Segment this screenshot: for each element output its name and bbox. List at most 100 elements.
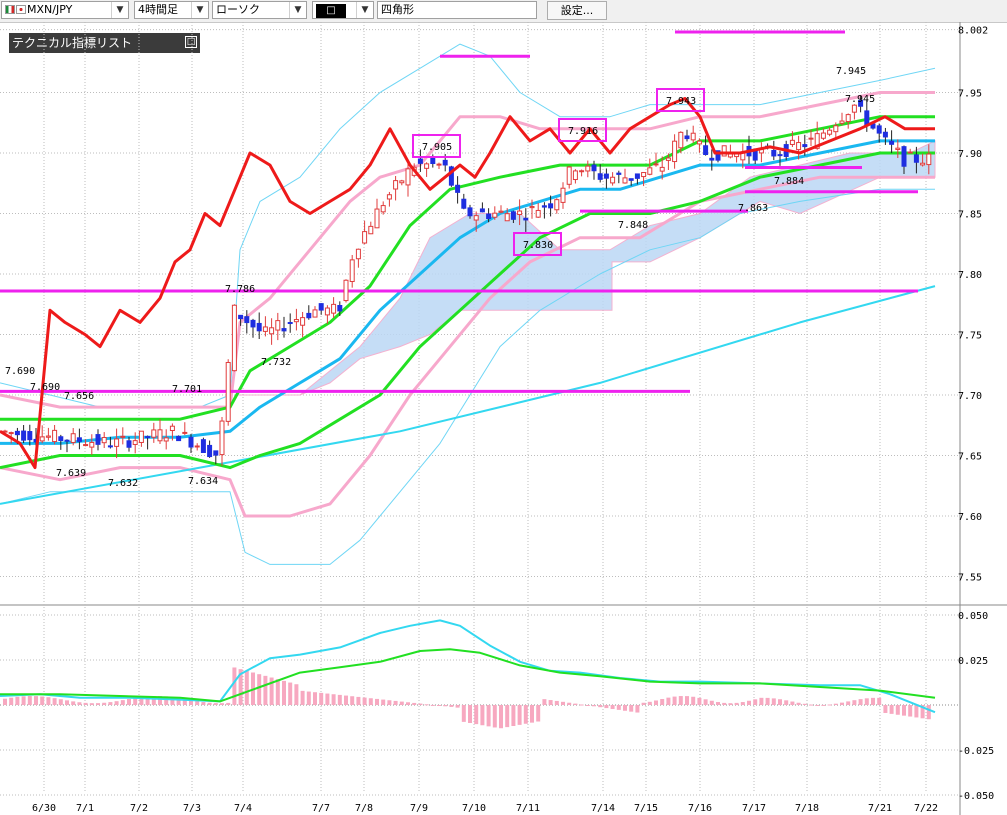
- annotation-label: 7.656: [64, 391, 94, 402]
- candle-up: [374, 208, 380, 229]
- candle-down: [541, 205, 547, 208]
- macd-histogram-bar: [778, 699, 782, 705]
- x-tick-label: 7/17: [742, 803, 766, 814]
- candle-down: [76, 437, 82, 442]
- macd-histogram-bar: [871, 697, 875, 705]
- candle-down: [281, 328, 287, 332]
- candle-down: [455, 184, 461, 193]
- candle-up: [312, 309, 318, 318]
- macd-histogram-bar: [443, 705, 448, 707]
- candle-up: [424, 163, 430, 169]
- candle-down: [256, 322, 262, 332]
- price-tick-label: 7.95: [958, 89, 982, 100]
- macd-histogram-bar: [393, 700, 398, 705]
- mexico-flag-icon: [5, 5, 15, 14]
- macd-histogram-bar: [52, 698, 57, 705]
- chevron-down-icon: ▼: [356, 2, 373, 18]
- candle-down: [14, 430, 20, 436]
- annotation-label: 7.632: [108, 478, 138, 489]
- macd-histogram-bar: [771, 698, 776, 705]
- macd-histogram-bar: [399, 701, 404, 705]
- trend-line: [0, 285, 936, 505]
- annotation-label: 7.732: [261, 357, 291, 368]
- macd-histogram-bar: [468, 705, 472, 723]
- macd-histogram-bar: [678, 696, 683, 705]
- macd-histogram-bar: [437, 705, 441, 706]
- drawing-tool-field[interactable]: 四角形: [377, 1, 537, 19]
- macd-histogram-bar: [15, 696, 20, 705]
- chart-style-select[interactable]: ローソク ▼: [212, 1, 307, 19]
- candle-up: [827, 129, 833, 135]
- candle-down: [430, 157, 436, 165]
- candle-down: [461, 198, 467, 209]
- candle-up: [163, 437, 169, 442]
- currency-pair-select[interactable]: MXN/JPY ▼: [1, 1, 129, 19]
- candle-up: [572, 170, 578, 181]
- macd-histogram-bar: [616, 705, 621, 710]
- candle-up: [83, 444, 89, 447]
- macd-histogram-bar: [263, 675, 268, 705]
- candle-down: [27, 431, 33, 441]
- candle-down: [479, 208, 485, 213]
- candle-up: [659, 166, 665, 172]
- candle-up: [293, 319, 299, 323]
- macd-histogram-bar: [567, 702, 572, 705]
- chevron-down-icon: ▼: [289, 2, 306, 18]
- candle-up: [665, 157, 671, 161]
- macd-histogram-bar: [722, 702, 727, 705]
- macd-histogram-bar: [759, 697, 764, 705]
- price-chart[interactable]: 7.690 7.690 7.656 7.701 7.639 7.632 7.634 7.786…: [0, 22, 1007, 815]
- macd-histogram-bar: [579, 704, 584, 706]
- candle-up: [554, 199, 560, 211]
- macd-histogram-bar: [660, 699, 665, 705]
- macd-histogram-bar: [350, 696, 355, 705]
- candle-down: [486, 213, 492, 219]
- macd-histogram-bar: [58, 699, 63, 705]
- x-tick-label: 7/14: [591, 803, 615, 814]
- macd-histogram-bar: [895, 705, 900, 715]
- chevron-down-icon: ▼: [111, 2, 128, 18]
- macd-histogram-bar: [623, 705, 627, 711]
- candle-up: [8, 432, 14, 435]
- macd-histogram-bar: [530, 705, 534, 723]
- x-tick-label: 7/4: [234, 803, 252, 814]
- color-swatch: □: [316, 4, 346, 18]
- macd-histogram-bar: [257, 674, 262, 705]
- candle-up: [343, 279, 349, 302]
- candle-up: [300, 317, 306, 326]
- timeframe-select[interactable]: 4時間足 ▼: [134, 1, 209, 19]
- candle-up: [696, 140, 702, 145]
- candle-down: [777, 154, 783, 157]
- candle-down: [889, 140, 895, 145]
- candle-down: [58, 436, 64, 442]
- macd-histogram-bar: [77, 702, 82, 705]
- candle-down: [771, 149, 777, 157]
- macd-histogram-bar: [89, 703, 94, 705]
- annotation-label: 7.905: [422, 142, 452, 153]
- candle-up: [39, 436, 45, 442]
- macd-histogram-bar: [753, 699, 758, 705]
- color-select[interactable]: □ ▼: [312, 1, 374, 19]
- candle-down: [188, 436, 194, 448]
- settings-button[interactable]: 設定...: [547, 1, 607, 20]
- macd-histogram-bar: [548, 700, 553, 705]
- candle-up: [436, 163, 442, 166]
- macd-histogram-bar: [703, 699, 708, 705]
- candle-up: [820, 132, 826, 139]
- macd-histogram-bar: [244, 670, 249, 705]
- candle-up: [132, 440, 138, 445]
- macd-tick-label: 0.050: [958, 611, 988, 622]
- macd-histogram-bar: [926, 705, 931, 720]
- price-tick-label: 7.90: [958, 149, 982, 160]
- macd-histogram-bar: [585, 705, 590, 706]
- macd-tick-label: -0.050: [958, 791, 994, 802]
- macd-histogram-bar: [337, 694, 342, 705]
- macd-histogram-bar: [418, 703, 423, 705]
- candle-down: [95, 434, 101, 445]
- macd-histogram-bar: [889, 705, 894, 714]
- candle-up: [194, 445, 200, 448]
- annotation-label: 7.848: [618, 220, 648, 231]
- candle-down: [709, 157, 715, 161]
- macd-histogram-bar: [505, 705, 510, 728]
- candle-up: [405, 168, 411, 186]
